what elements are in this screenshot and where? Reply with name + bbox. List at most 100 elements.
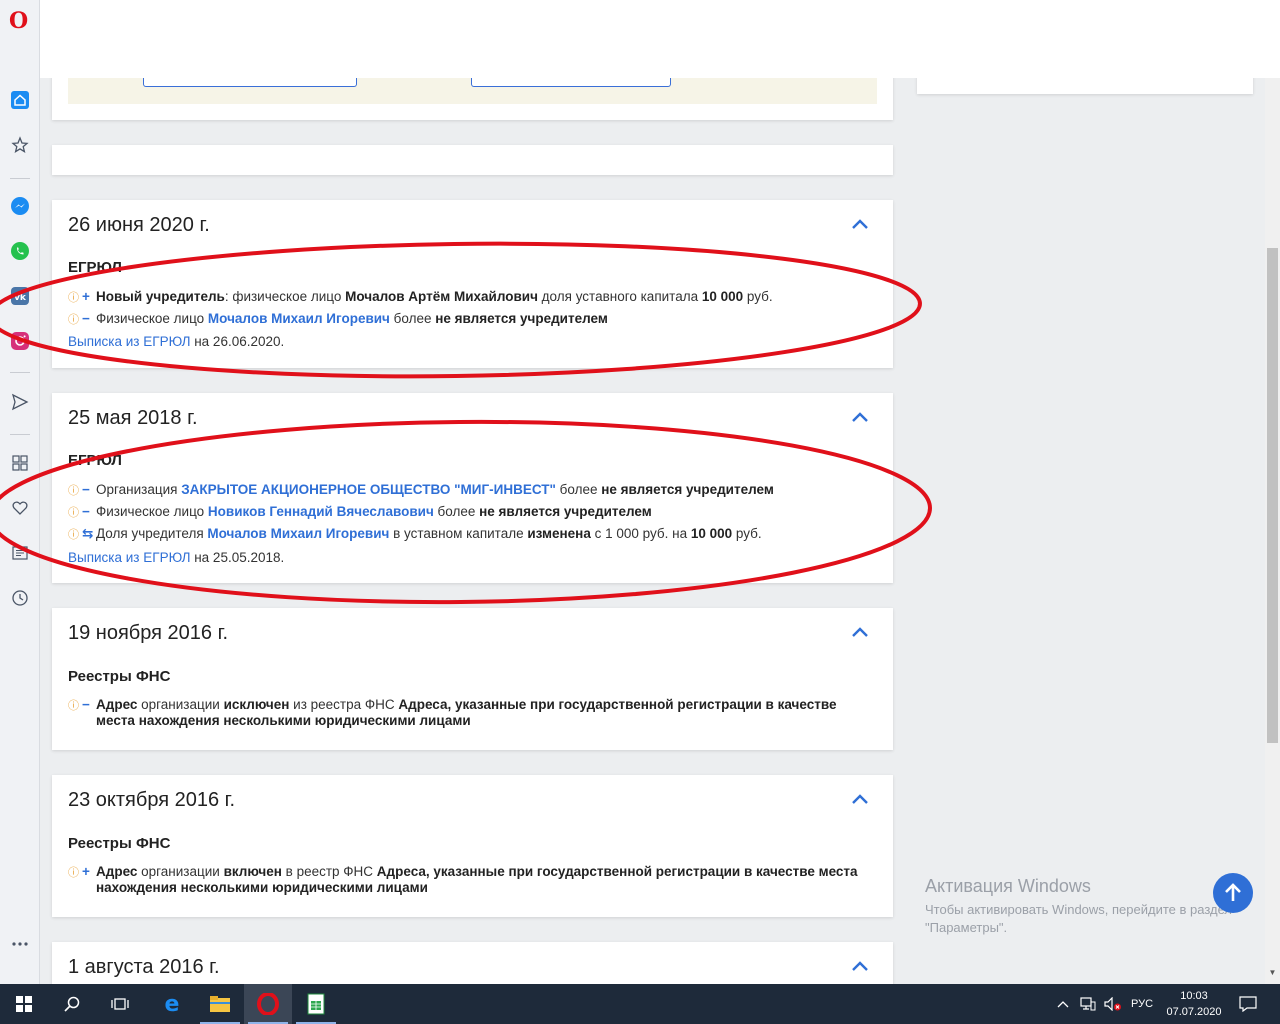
entity-link[interactable]: Новиков Геннадий Вячеславович	[208, 504, 434, 519]
vk-icon[interactable]: vk	[8, 284, 32, 308]
home-icon[interactable]	[8, 88, 32, 112]
event-card: 1 августа 2016 г.	[52, 942, 893, 984]
task-view-icon[interactable]	[96, 984, 144, 1024]
star-icon[interactable]	[8, 133, 32, 157]
scroll-thumb[interactable]	[1267, 248, 1278, 743]
plus-icon: +	[82, 864, 90, 879]
event-date: 25 мая 2018 г.	[68, 407, 198, 429]
plain-text: Доля учредителя	[96, 526, 208, 541]
event-text: Доля учредителя Мочалов Михаил Игоревич …	[96, 526, 873, 542]
date-to-input[interactable]	[471, 78, 671, 87]
plain-text: руб.	[732, 526, 762, 541]
plain-text: Физическое лицо	[96, 311, 208, 326]
egrul-extract-link[interactable]: Выписка из ЕГРЮЛ	[68, 550, 190, 565]
bold-text: включен	[223, 864, 282, 879]
taskbar-clock[interactable]: 10:03 07.07.2020	[1162, 988, 1226, 1020]
minus-icon: −	[82, 697, 90, 712]
history-icon[interactable]	[8, 586, 32, 610]
svg-text:e: e	[165, 993, 180, 1015]
grid-icon[interactable]	[8, 451, 32, 475]
event-date: 1 августа 2016 г.	[68, 956, 220, 978]
event-line: ⓘ + Новый учредитель: физическое лицо Моча…	[68, 289, 873, 306]
more-icon[interactable]	[8, 932, 32, 956]
volume-muted-icon[interactable]	[1104, 984, 1122, 1024]
chevron-up-icon[interactable]	[849, 958, 871, 974]
plain-text: в реестр ФНС	[281, 864, 377, 879]
event-date: 23 октября 2016 г.	[68, 789, 236, 811]
network-icon[interactable]	[1080, 984, 1096, 1024]
windows-start-icon[interactable]	[0, 984, 48, 1024]
tray-chevron-icon[interactable]	[1057, 984, 1069, 1024]
event-line: ⓘ + Адрес организации включен в реестр ФНС…	[68, 864, 873, 896]
whatsapp-icon[interactable]	[8, 239, 32, 263]
event-text: Адрес организации включен в реестр ФНС А…	[96, 864, 873, 896]
scrollbar[interactable]: ▲ ▼	[1265, 68, 1280, 984]
plain-text: более	[389, 311, 436, 326]
bold-text: не является учредителем	[435, 311, 608, 326]
edge-icon[interactable]: e	[148, 984, 196, 1024]
activation-watermark-text: Чтобы активировать Windows, перейдите в …	[925, 902, 1232, 935]
entity-link[interactable]: ЗАКРЫТОЕ АКЦИОНЕРНОЕ ОБЩЕСТВО "МИГ-ИНВЕС…	[181, 482, 556, 497]
opera-taskbar-icon[interactable]	[244, 984, 292, 1024]
source-date: на 26.06.2020.	[190, 334, 285, 349]
change-icon: ⇆	[82, 526, 94, 541]
event-text: Адрес организации исключен из реестра ФН…	[96, 697, 873, 729]
page-content: 26 июня 2020 г. ЕГРЮЛ ⓘ + Новый учредитель…	[40, 0, 1265, 984]
plain-text: организации	[137, 697, 224, 712]
bold-text: Мочалов Артём Михайлович	[345, 289, 538, 304]
language-indicator[interactable]: РУС	[1131, 984, 1153, 1024]
plus-icon: +	[82, 289, 90, 304]
scroll-down-icon[interactable]: ▼	[1265, 968, 1280, 983]
entity-link[interactable]: Мочалов Михаил Игоревич	[207, 526, 389, 541]
entity-link[interactable]: Мочалов Михаил Игоревич	[208, 311, 390, 326]
opera-logo-icon[interactable]: O	[9, 8, 31, 34]
date-from-input[interactable]	[143, 78, 357, 87]
event-section: ЕГРЮЛ	[68, 259, 122, 276]
send-icon[interactable]	[8, 390, 32, 414]
news-icon[interactable]	[8, 541, 32, 565]
event-line: ⓘ ⇆ Доля учредителя Мочалов Михаил Игореви…	[68, 526, 873, 543]
instagram-icon[interactable]	[8, 329, 32, 353]
heart-icon[interactable]	[8, 496, 32, 520]
bold-text: не является учредителем	[601, 482, 774, 497]
event-card: 23 октября 2016 г. Реестры ФНС ⓘ + Адрес о…	[52, 775, 893, 917]
chevron-up-icon[interactable]	[849, 409, 871, 425]
event-section: Реестры ФНС	[68, 835, 171, 852]
bold-text: Адрес	[96, 864, 138, 879]
scroll-to-top-button[interactable]	[1213, 873, 1253, 913]
minus-icon: −	[82, 311, 90, 326]
clock-time: 10:03	[1180, 990, 1208, 1002]
spreadsheet-icon[interactable]	[292, 984, 340, 1024]
warning-icon: ⓘ	[68, 867, 79, 879]
chevron-up-icon[interactable]	[849, 216, 871, 232]
bold-text: 10 000	[690, 526, 733, 541]
plain-text: Физическое лицо	[96, 504, 208, 519]
egrul-extract-link[interactable]: Выписка из ЕГРЮЛ	[68, 334, 190, 349]
chevron-up-icon[interactable]	[849, 624, 871, 640]
event-text: Новый учредитель: физическое лицо Мочало…	[96, 289, 873, 305]
warning-icon: ⓘ	[68, 529, 79, 541]
plain-text: более	[433, 504, 480, 519]
bold-text: Адрес	[96, 697, 138, 712]
bold-text: Новый учредитель	[96, 289, 225, 304]
search-icon[interactable]	[48, 984, 96, 1024]
plain-text: : физическое лицо	[224, 289, 346, 304]
plain-text: более	[555, 482, 602, 497]
notifications-icon[interactable]	[1239, 984, 1257, 1024]
plain-text: организации	[137, 864, 224, 879]
chevron-up-icon[interactable]	[849, 791, 871, 807]
warning-icon: ⓘ	[68, 485, 79, 497]
source-date: на 25.05.2018.	[190, 550, 285, 565]
plain-text: Организация	[96, 482, 182, 497]
messenger-icon[interactable]	[8, 194, 32, 218]
event-card: 26 июня 2020 г. ЕГРЮЛ ⓘ + Новый учредитель…	[52, 200, 893, 368]
bold-text: исключен	[223, 697, 290, 712]
event-line: ⓘ − Физическое лицо Мочалов Михаил Игореви…	[68, 311, 873, 328]
warning-icon: ⓘ	[68, 507, 79, 519]
event-text: Физическое лицо Мочалов Михаил Игоревич …	[96, 311, 873, 327]
event-line: ⓘ − Физическое лицо Новиков Геннадий Вячес…	[68, 504, 873, 521]
event-line: ⓘ − Адрес организации исключен из реестра …	[68, 697, 873, 729]
file-explorer-icon[interactable]	[196, 984, 244, 1024]
event-card: 19 ноября 2016 г. Реестры ФНС ⓘ − Адрес ор…	[52, 608, 893, 750]
browser-top-area	[40, 0, 1280, 78]
